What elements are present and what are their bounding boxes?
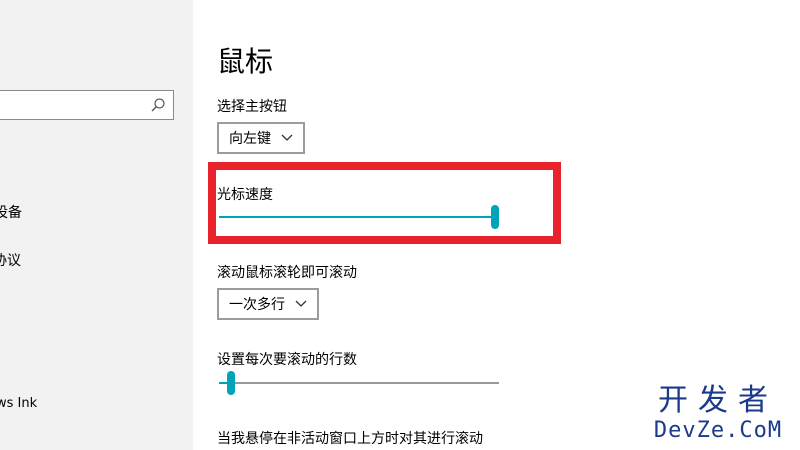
watermark-line2: DevZe.CoM [653, 418, 783, 443]
primary-button-label: 选择主按钮 [217, 99, 287, 115]
scroll-mode-dropdown[interactable]: 一次多行 [217, 288, 319, 320]
scroll-mode-value: 一次多行 [229, 297, 285, 313]
sidebar-item-label: 协议 [0, 253, 21, 269]
primary-button-dropdown[interactable]: 向左键 [217, 122, 305, 154]
watermark-line1: 开发者 [658, 383, 778, 418]
chevron-down-icon [295, 300, 307, 307]
scroll-mode-label: 滚动鼠标滚轮即可滚动 [217, 265, 357, 281]
search-input[interactable] [3, 91, 147, 119]
slider-track [219, 382, 499, 384]
watermark-logo: 开发者 DevZe.CoM [643, 384, 793, 444]
sidebar-item-label: ws Ink [0, 396, 38, 411]
inactive-scroll-label: 当我悬停在非活动窗口上方时对其进行滚动 [217, 431, 483, 447]
primary-button-value: 向左键 [229, 131, 271, 147]
highlight-box [208, 162, 561, 244]
sidebar: 设备 协议 ws Ink [0, 0, 193, 450]
chevron-down-icon [281, 134, 293, 141]
sidebar-item-windows-ink[interactable]: ws Ink [0, 396, 37, 411]
sidebar-item-label: 设备 [0, 205, 22, 221]
search-box[interactable] [0, 90, 174, 120]
slider-thumb[interactable] [227, 371, 236, 395]
lines-per-scroll-label: 设置每次要滚动的行数 [217, 352, 357, 368]
search-icon[interactable] [150, 97, 166, 113]
lines-per-scroll-slider[interactable] [219, 371, 499, 395]
page-title: 鼠标 [217, 45, 274, 78]
sidebar-item-protocol[interactable]: 协议 [0, 250, 21, 270]
sidebar-item-devices[interactable]: 设备 [0, 202, 22, 222]
